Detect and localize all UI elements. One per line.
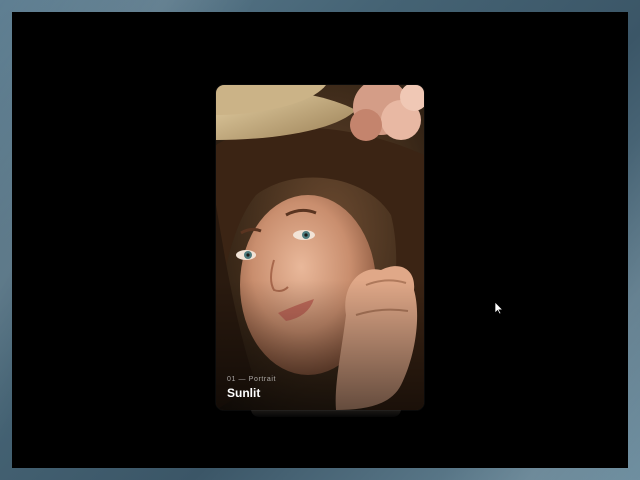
gallery-stage: 01 — Portrait Sunlit: [12, 12, 628, 468]
card-kicker: 01 — Portrait: [227, 376, 277, 383]
portrait-card[interactable]: 01 — Portrait Sunlit: [216, 85, 424, 410]
card-title: Sunlit: [227, 386, 261, 400]
mouse-pointer-icon: [494, 301, 504, 315]
card-caption: 01 — Portrait Sunlit: [227, 376, 276, 400]
portrait-photo: [216, 85, 424, 410]
